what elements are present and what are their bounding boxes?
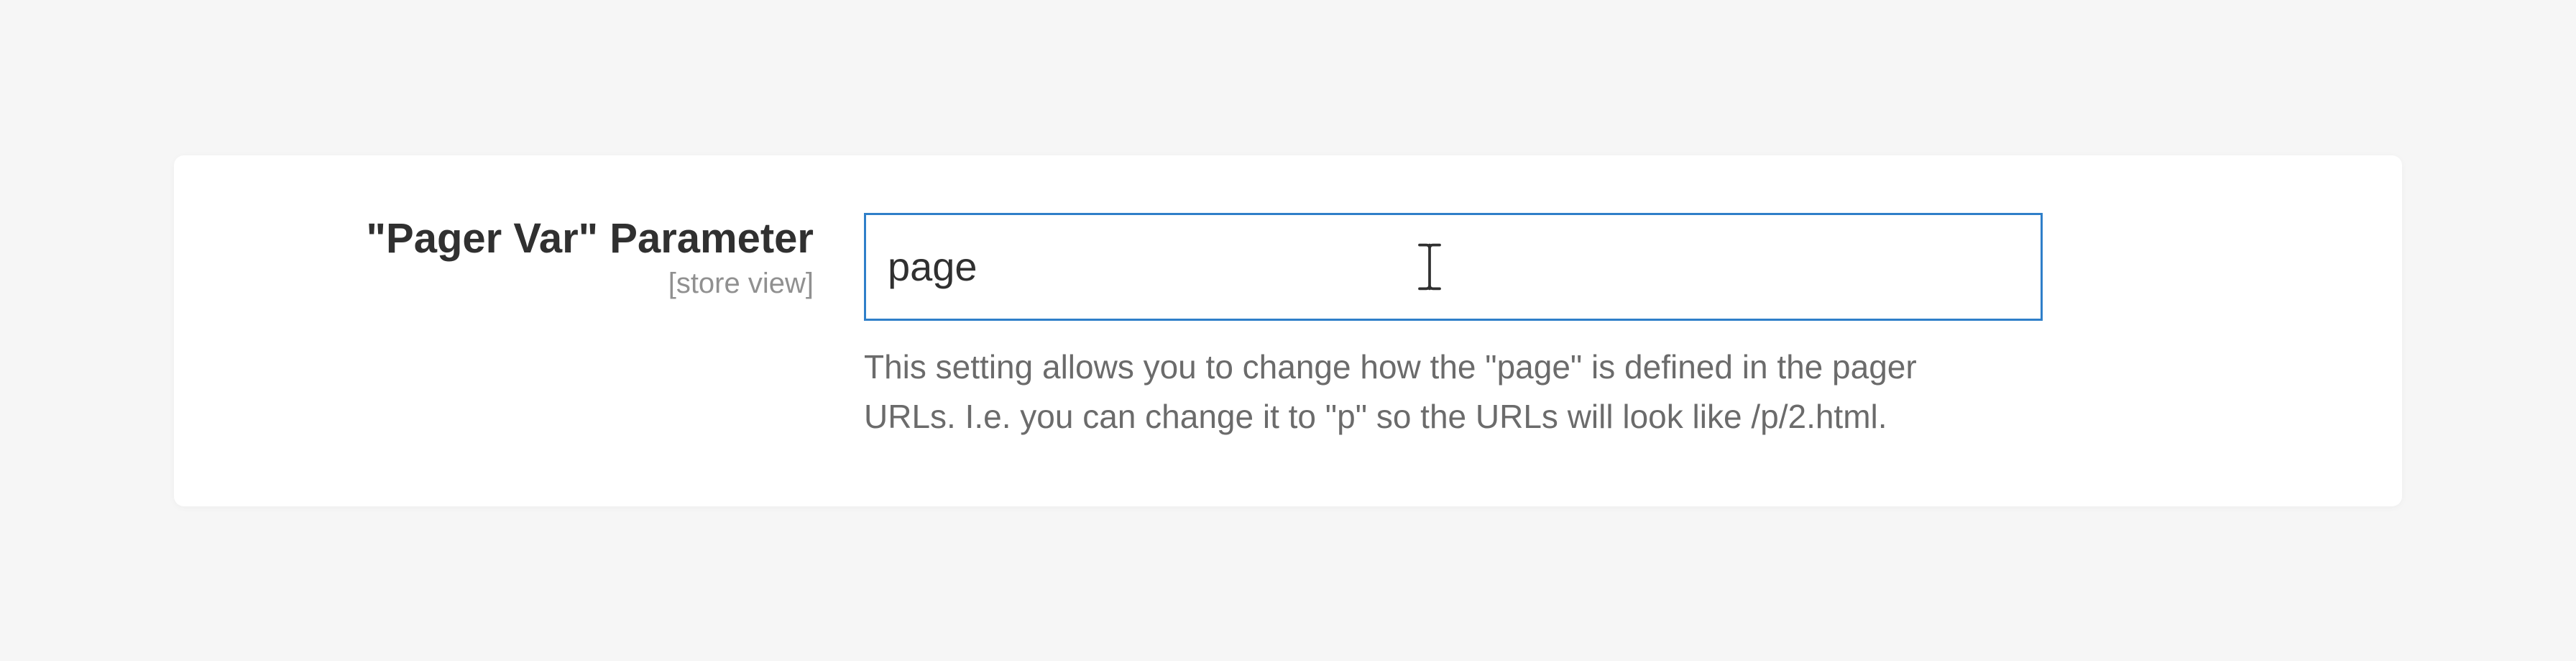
field-label: "Pager Var" Parameter	[260, 213, 814, 265]
field-value-column: This setting allows you to change how th…	[864, 213, 2043, 442]
field-label-column: "Pager Var" Parameter [store view]	[260, 213, 814, 301]
field-row-pager-var: "Pager Var" Parameter [store view] This …	[260, 213, 2316, 442]
field-note: This setting allows you to change how th…	[864, 342, 1992, 442]
config-panel: "Pager Var" Parameter [store view] This …	[174, 155, 2402, 506]
input-wrap	[864, 213, 2043, 321]
field-scope: [store view]	[260, 268, 814, 300]
pager-var-input[interactable]	[864, 213, 2043, 321]
